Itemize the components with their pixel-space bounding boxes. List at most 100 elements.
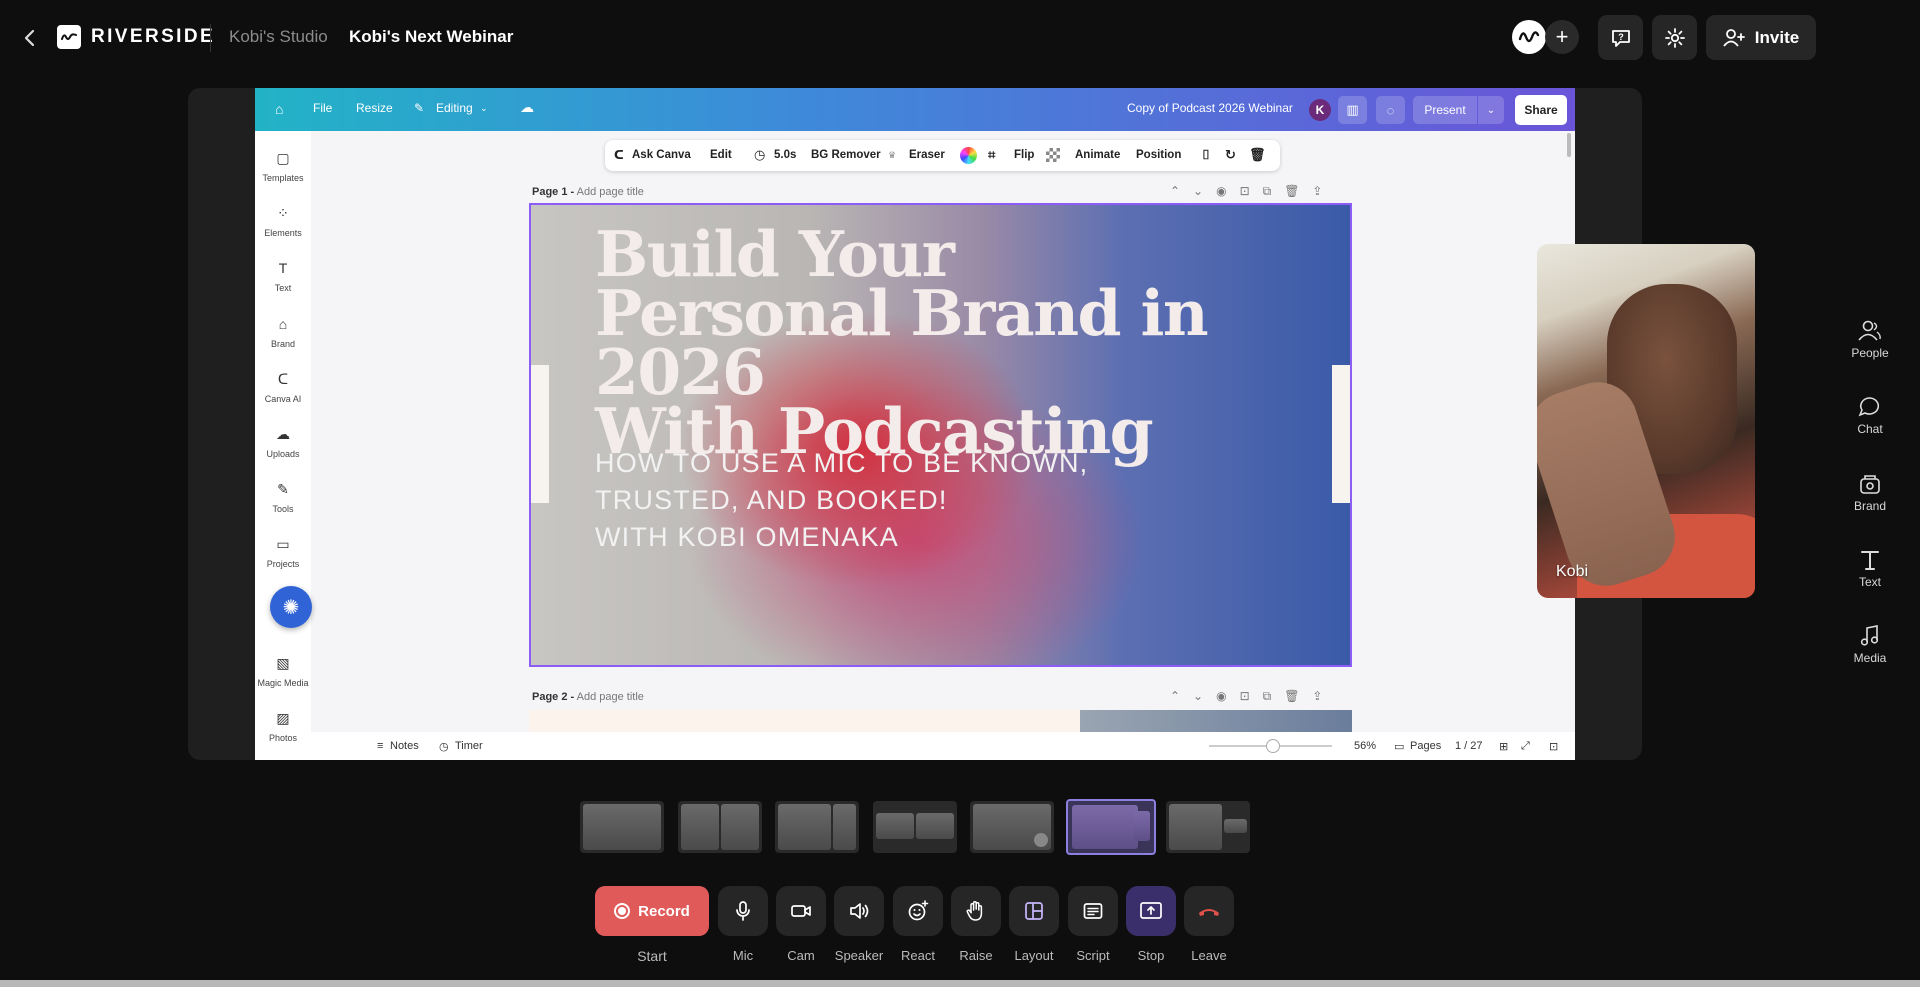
sidebar-item-brand[interactable]: ⌂ Brand: [255, 314, 311, 349]
eraser-button[interactable]: Eraser: [909, 149, 945, 161]
file-menu[interactable]: File: [313, 101, 332, 115]
refresh-icon[interactable]: ↻: [1225, 147, 1236, 163]
zoom-level[interactable]: 56%: [1354, 740, 1376, 752]
page-title-input[interactable]: Add page title: [577, 186, 644, 198]
mic-button[interactable]: [718, 886, 768, 936]
doc-title[interactable]: Copy of Podcast 2026 Webinar: [1127, 101, 1293, 115]
riverside-logo[interactable]: RIVERSIDE: [57, 25, 215, 49]
home-icon[interactable]: ⌂: [275, 101, 283, 117]
layout-option-4[interactable]: [873, 801, 957, 853]
record-button[interactable]: Record: [595, 886, 709, 936]
sidebar-item-photos[interactable]: ▨ Photos: [255, 708, 311, 743]
layout-option-3[interactable]: [775, 801, 859, 853]
editing-menu[interactable]: Editing: [436, 101, 473, 115]
layout-option-6-selected[interactable]: [1066, 799, 1156, 855]
slide-page-1[interactable]: Build Your Personal Brand in 2026 With P…: [529, 203, 1352, 667]
present-button[interactable]: Present: [1413, 96, 1477, 124]
slide-title[interactable]: Build Your Personal Brand in 2026 With P…: [595, 223, 1350, 463]
leave-control[interactable]: Leave: [1184, 886, 1234, 963]
sidebar-item-tools[interactable]: ✎ Tools: [255, 479, 311, 514]
page-count[interactable]: 1 / 27: [1455, 740, 1483, 752]
right-panel-text[interactable]: Text: [1846, 547, 1894, 589]
right-panel-chat[interactable]: Chat: [1846, 394, 1894, 436]
right-panel-people[interactable]: People: [1846, 318, 1894, 360]
feedback-icon[interactable]: ⊡: [1549, 740, 1558, 753]
zoom-slider-handle[interactable]: [1266, 739, 1280, 753]
slide-title-line: Personal Brand in 2026: [595, 276, 1209, 409]
fullscreen-icon[interactable]: ⤢: [1521, 740, 1530, 753]
sidebar-item-projects[interactable]: ▭ Projects: [255, 534, 311, 569]
crop-icon[interactable]: ⌗: [988, 147, 995, 163]
shared-screen-canva[interactable]: ⌂ File Resize ✎ Editing ⌄ ☁ Copy of Podc…: [255, 88, 1575, 760]
script-control[interactable]: Script: [1068, 886, 1118, 963]
slide-subtitle[interactable]: HOW TO USE A MIC TO BE KNOWN, TRUSTED, A…: [595, 445, 1088, 556]
right-panel-brand[interactable]: Brand: [1846, 471, 1894, 513]
help-button[interactable]: ?: [1598, 15, 1643, 60]
sidebar-item-text[interactable]: T Text: [255, 258, 311, 293]
participant-video[interactable]: Kobi: [1537, 244, 1755, 598]
duration-button[interactable]: 5.0s: [774, 149, 796, 161]
sidebar-item-templates[interactable]: ▢ Templates: [255, 148, 311, 183]
stop-share-button[interactable]: [1126, 886, 1176, 936]
cam-control[interactable]: Cam: [776, 886, 826, 963]
layout-control[interactable]: Layout: [1009, 886, 1059, 963]
react-control[interactable]: React: [893, 886, 943, 963]
right-panel-media[interactable]: Media: [1846, 623, 1894, 665]
react-button[interactable]: [893, 886, 943, 936]
cloud-icon[interactable]: ☁: [520, 99, 534, 116]
page2-actions[interactable]: ⌃⌄◉⊡⧉🗑⇪: [1170, 689, 1336, 704]
assistant-gear-button[interactable]: ✺: [270, 586, 312, 628]
layout-option-5[interactable]: [970, 801, 1054, 853]
comment-icon[interactable]: ◌: [1376, 96, 1405, 124]
user-avatar[interactable]: K: [1309, 99, 1331, 121]
timer-button[interactable]: Timer: [455, 740, 483, 752]
resize-handle-right[interactable]: [1332, 365, 1350, 503]
pages-button[interactable]: Pages: [1410, 740, 1441, 752]
page1-actions[interactable]: ⌃⌄◉⊡⧉🗑⇪: [1170, 184, 1336, 199]
layout-button[interactable]: [1009, 886, 1059, 936]
transparency-icon[interactable]: [1046, 148, 1060, 162]
animate-button[interactable]: Animate: [1075, 149, 1120, 161]
cam-button[interactable]: [776, 886, 826, 936]
script-button[interactable]: [1068, 886, 1118, 936]
layout-option-1[interactable]: [580, 801, 664, 853]
stop-share-control[interactable]: Stop: [1126, 886, 1176, 963]
share-button[interactable]: Share: [1515, 95, 1567, 125]
sidebar-item-uploads[interactable]: ☁ Uploads: [255, 424, 311, 459]
raise-hand-button[interactable]: [951, 886, 1001, 936]
position-button[interactable]: Position: [1136, 149, 1181, 161]
raise-control[interactable]: Raise: [951, 886, 1001, 963]
flip-button[interactable]: Flip: [1014, 149, 1034, 161]
back-arrow-icon[interactable]: [18, 22, 42, 54]
session-title[interactable]: Kobi's Next Webinar: [349, 27, 513, 47]
layout-option-2[interactable]: [678, 801, 762, 853]
grid-view-icon[interactable]: ⊞: [1499, 740, 1508, 753]
canvas-scrollbar[interactable]: [1567, 133, 1571, 157]
resize-handle-left[interactable]: [531, 365, 549, 503]
sidebar-item-canva-ai[interactable]: ᑕ Canva AI: [255, 369, 311, 404]
paint-roller-icon[interactable]: ⌷: [1202, 147, 1210, 163]
host-avatar[interactable]: [1512, 20, 1546, 54]
speaker-control[interactable]: Speaker: [834, 886, 884, 963]
resize-menu[interactable]: Resize: [356, 101, 393, 115]
edit-button[interactable]: Edit: [710, 149, 732, 161]
leave-button[interactable]: [1184, 886, 1234, 936]
invite-button[interactable]: Invite: [1706, 15, 1816, 60]
ask-canva-button[interactable]: Ask Canva: [632, 149, 691, 161]
page-title-input[interactable]: Add page title: [577, 691, 644, 703]
add-participant-button[interactable]: +: [1545, 20, 1579, 54]
mic-control[interactable]: Mic: [718, 886, 768, 963]
sidebar-item-elements[interactable]: ⁘ Elements: [255, 203, 311, 238]
sidebar-item-magic-media[interactable]: ▧ Magic Media: [255, 653, 311, 688]
color-wheel-icon[interactable]: [960, 147, 977, 164]
trash-icon[interactable]: 🗑: [1249, 147, 1266, 163]
sidebar-label: Photos: [268, 733, 298, 743]
studio-name[interactable]: Kobi's Studio: [229, 27, 328, 47]
speaker-button[interactable]: [834, 886, 884, 936]
insights-icon[interactable]: ▥: [1338, 96, 1367, 124]
layout-option-7[interactable]: [1166, 801, 1250, 853]
notes-button[interactable]: Notes: [390, 740, 419, 752]
settings-button[interactable]: [1652, 15, 1697, 60]
bg-remover-button[interactable]: BG Remover: [811, 149, 881, 161]
present-options-chevron-icon[interactable]: ⌄: [1478, 96, 1504, 124]
